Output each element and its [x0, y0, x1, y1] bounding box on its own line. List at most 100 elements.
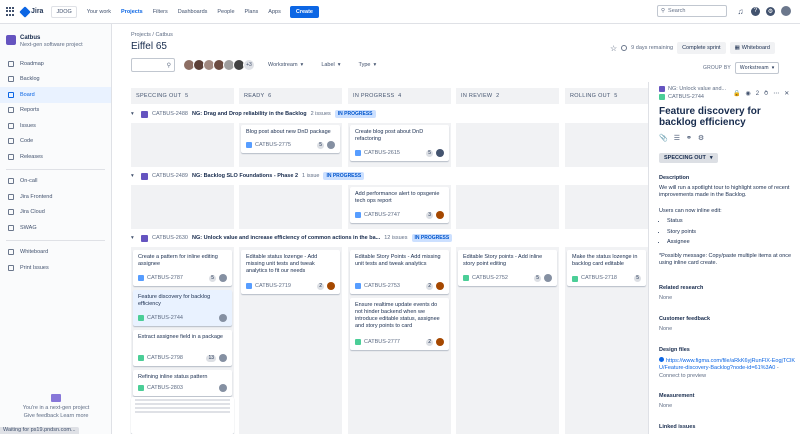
sidebar-item-code[interactable]: Code — [0, 134, 111, 150]
nav-item-projects[interactable]: Projects — [121, 9, 143, 15]
link-icon[interactable]: ⚭ — [686, 134, 692, 142]
column-header-in-review[interactable]: IN REVIEW 2 — [456, 88, 559, 104]
feedback-links[interactable]: Give feedback Learn more — [6, 412, 106, 420]
sidebar-item-whiteboard[interactable]: Whiteboard — [0, 245, 111, 261]
linked-issues-field[interactable]: Linked issues — [659, 424, 795, 434]
close-icon[interactable]: ✕ — [784, 90, 789, 97]
issue-card[interactable]: Editable Story points - Add inline story… — [458, 250, 557, 286]
sidebar-item-jira-cloud[interactable]: Jira Cloud — [0, 205, 111, 221]
story-points[interactable]: 2 — [317, 282, 324, 290]
avatar[interactable] — [436, 282, 444, 290]
story-points[interactable]: 5 — [634, 275, 641, 282]
bug-icon[interactable]: ⚙ — [698, 134, 704, 142]
swimlane-header[interactable]: ▾ CATBUS-2488 NG: Drag and Drop reliabil… — [131, 108, 648, 120]
sidebar-item-print-issues[interactable]: Print Issues — [0, 260, 111, 276]
star-icon[interactable]: ☆ — [610, 44, 617, 53]
share-icon[interactable]: ⥁ — [764, 90, 768, 97]
user-avatar[interactable] — [781, 6, 791, 16]
story-points[interactable]: 2 — [426, 282, 433, 290]
child-issue-icon[interactable]: ☰ — [674, 134, 680, 142]
board-search-input[interactable]: ⚲ — [131, 58, 175, 72]
avatar[interactable] — [436, 211, 444, 219]
project-header[interactable]: Catbus Next-gen software project — [0, 24, 111, 56]
complete-sprint-button[interactable]: Complete sprint — [677, 42, 726, 54]
avatar[interactable] — [219, 384, 227, 392]
nav-item-filters[interactable]: Filters — [153, 9, 168, 15]
column-header-speccing-out[interactable]: SPECCING OUT 5 — [131, 88, 234, 104]
attachment-icon[interactable]: 📎 — [659, 134, 668, 142]
breadcrumb[interactable]: Projects / Catbus — [131, 32, 173, 38]
jira-logo[interactable]: Jira — [19, 5, 43, 18]
create-button[interactable]: Create — [289, 5, 319, 18]
avatar[interactable] — [327, 141, 335, 149]
avatar-more[interactable]: +3 — [243, 59, 255, 71]
sidebar-item-roadmap[interactable]: Roadmap — [0, 56, 111, 72]
design-files-field[interactable]: Design files https://www.figma.com/file/… — [659, 347, 795, 380]
related-research-field[interactable]: Related research None — [659, 285, 795, 302]
issue-card[interactable]: Refining inline status pattern CATBUS-28… — [133, 370, 232, 396]
issue-card[interactable]: Create a pattern for inline editing assi… — [133, 250, 232, 286]
whiteboard-button[interactable]: ▦ Whiteboard — [729, 42, 775, 54]
notifications-icon[interactable]: ♫ — [736, 7, 745, 16]
nav-item-apps[interactable]: Apps — [268, 9, 281, 15]
issue-card[interactable]: Editable status lozenge - Add missing un… — [241, 250, 340, 294]
story-points[interactable]: 3 — [426, 211, 433, 219]
avatar[interactable] — [544, 274, 552, 282]
story-points[interactable]: 5 — [317, 141, 324, 149]
nav-item-plans[interactable]: Plans — [245, 9, 259, 15]
measurement-field[interactable]: Measurement None — [659, 393, 795, 410]
issue-card[interactable]: Make the status lozenge in backlog card … — [567, 250, 646, 286]
customer-feedback-field[interactable]: Customer feedback None — [659, 316, 795, 333]
assignee-avatars[interactable]: +3 — [183, 59, 255, 71]
nav-item-jdog[interactable]: JDOG — [51, 5, 77, 18]
sidebar-item-swag[interactable]: SWAG — [0, 220, 111, 236]
label-filter[interactable]: Label ▾ — [316, 59, 345, 71]
description-section[interactable]: Description We will run a spotlight tour… — [659, 175, 795, 268]
app-switcher-icon[interactable] — [6, 6, 16, 17]
card-attachment-preview[interactable] — [131, 397, 234, 434]
sidebar-item-backlog[interactable]: Backlog — [0, 72, 111, 88]
avatar[interactable] — [219, 354, 227, 362]
avatar[interactable] — [327, 282, 335, 290]
issue-card-selected[interactable]: Feature discovery for backlog efficiency… — [133, 290, 232, 326]
sidebar-item-jira-frontend[interactable]: Jira Frontend — [0, 189, 111, 205]
issue-title[interactable]: Feature discovery for backlog efficiency — [659, 106, 793, 128]
swimlane-header[interactable]: ▾ CATBUS-2489 NG: Backlog SLO Foundation… — [131, 170, 648, 182]
issue-card[interactable]: Extract assignee field in a package CATB… — [133, 330, 232, 366]
issue-card[interactable]: Blog post about new DnD package CATBUS-2… — [241, 125, 340, 153]
sidebar-item-board[interactable]: Board — [0, 87, 111, 103]
sidebar-item-on-call[interactable]: On-call — [0, 174, 111, 190]
avatar[interactable] — [219, 274, 227, 282]
swimlane-header[interactable]: ▾ CATBUS-2630 NG: Unlock value and incre… — [131, 232, 648, 244]
column-header-ready[interactable]: READY 6 — [239, 88, 342, 104]
nav-item-dashboards[interactable]: Dashboards — [178, 9, 208, 15]
avatar[interactable] — [219, 314, 227, 322]
story-points[interactable]: 5 — [534, 274, 541, 282]
issue-card[interactable]: Add performance alert to opsgenie tech o… — [350, 187, 449, 223]
story-points[interactable]: 5 — [426, 149, 433, 157]
issue-card[interactable]: Ensure realtime update events do not hin… — [350, 298, 449, 350]
story-points[interactable]: 5 — [209, 274, 216, 282]
column-header-rolling-out[interactable]: ROLLING OUT 5 — [565, 88, 648, 104]
sidebar-item-issues[interactable]: Issues — [0, 118, 111, 134]
watch-icon[interactable]: ◉ — [745, 90, 750, 97]
type-filter[interactable]: Type ▾ — [354, 59, 382, 71]
issue-card[interactable]: Editable Story Points - Add missing unit… — [350, 250, 449, 294]
help-icon[interactable]: ? — [751, 6, 760, 16]
search-input[interactable]: ⚲ Search — [657, 5, 727, 17]
column-header-in-progress[interactable]: IN PROGRESS 4 — [348, 88, 451, 104]
group-by-select[interactable]: Workstream ▾ — [734, 62, 780, 74]
settings-icon[interactable]: ⚙ — [766, 6, 775, 16]
story-points[interactable]: 13 — [206, 354, 216, 362]
more-icon[interactable]: ⋯ — [773, 90, 779, 97]
lock-icon[interactable]: 🔒 — [733, 90, 740, 97]
nav-item-your-work[interactable]: Your work — [87, 9, 111, 15]
avatar[interactable] — [436, 338, 444, 346]
sidebar-item-reports[interactable]: Reports — [0, 103, 111, 119]
avatar[interactable] — [436, 149, 444, 157]
story-points[interactable]: 2 — [426, 338, 433, 346]
workstream-filter[interactable]: Workstream ▾ — [263, 59, 308, 71]
status-dropdown[interactable]: SPECCING OUT ▾ — [659, 153, 718, 163]
nav-item-people[interactable]: People — [217, 9, 234, 15]
issue-card[interactable]: Create blog post about DnD refactoring C… — [350, 125, 449, 161]
